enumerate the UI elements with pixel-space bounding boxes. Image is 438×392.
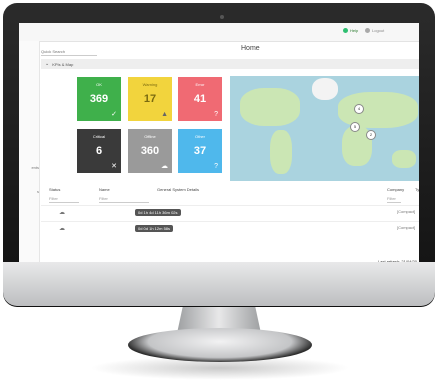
section-header[interactable]: ⌄ KPIs & Map: [41, 59, 419, 69]
company-cell: [Compact]: [397, 209, 416, 214]
tile-value: 41: [193, 93, 207, 105]
kpi-tile-error[interactable]: Error 41 ?: [178, 77, 222, 121]
tile-label: Other: [194, 134, 205, 139]
eurasia-shape: [338, 92, 418, 128]
tile-label: OK: [96, 82, 102, 87]
kpi-tile-offline[interactable]: Offline 360 ☁: [128, 129, 172, 173]
question-icon: ?: [214, 163, 218, 170]
cloud-off-icon: ☁: [161, 163, 168, 170]
check-icon: ✓: [111, 111, 117, 118]
logout-label: Logout: [372, 28, 385, 33]
sidebar-item[interactable]: ents: [19, 165, 39, 170]
monitor-chin: [3, 262, 435, 306]
column-header-status[interactable]: Status: [49, 187, 60, 192]
table-row[interactable]: ☁ 0d 1h 4d 11h 36m 02s [Compact]: [41, 205, 419, 218]
search-input[interactable]: [41, 47, 97, 56]
greenland-shape: [312, 78, 338, 100]
camera-icon: [220, 15, 224, 19]
system-details-pill: 0d 0d 1h 12m 58s: [135, 225, 174, 232]
help-label: Help: [350, 28, 359, 33]
warning-icon: ▲: [161, 111, 168, 118]
monitor-stand-base: [128, 328, 312, 362]
system-details-pill: 0d 1h 4d 11h 36m 02s: [135, 209, 181, 216]
column-header-general[interactable]: General System Details: [157, 187, 199, 192]
column-header-type[interactable]: Type: [415, 187, 419, 192]
north-america-shape: [240, 88, 300, 126]
world-map[interactable]: 4 5 2: [230, 76, 419, 181]
help-link[interactable]: Help: [343, 28, 358, 33]
tile-value: 17: [143, 93, 157, 105]
column-header-company[interactable]: Company: [387, 187, 404, 192]
logout-icon: [365, 28, 370, 33]
kpi-tile-other[interactable]: Other 37 ?: [178, 129, 222, 173]
main-content: Home ⌄ KPIs & Map OK 369 ✓ Warning 17 ▲ …: [41, 41, 419, 265]
column-header-name[interactable]: Name: [99, 187, 110, 192]
monitor-screen: Help Logout ents s Home ⌄ KPIs & Map OK …: [19, 23, 419, 265]
company-cell: [Compact]: [397, 225, 416, 230]
help-icon: [343, 28, 348, 33]
tile-value: 6: [95, 145, 103, 157]
company-filter[interactable]: Filter: [387, 196, 401, 203]
status-filter[interactable]: Filter: [49, 196, 79, 203]
map-marker[interactable]: 2: [366, 130, 376, 140]
tile-label: Warning: [142, 82, 158, 87]
sidebar-item[interactable]: s: [19, 189, 39, 194]
table-row[interactable]: ☁ 0d 0d 1h 12m 58s [Compact]: [41, 221, 419, 234]
cloud-icon: ☁: [59, 226, 65, 232]
close-icon: ✕: [111, 163, 117, 170]
logout-link[interactable]: Logout: [365, 28, 384, 33]
top-bar: Help Logout: [19, 23, 419, 42]
kpi-tile-ok[interactable]: OK 369 ✓: [77, 77, 121, 121]
tile-label: Critical: [92, 134, 106, 139]
australia-shape: [392, 150, 416, 168]
south-america-shape: [270, 130, 292, 174]
kpi-tile-warning[interactable]: Warning 17 ▲: [128, 77, 172, 121]
map-marker[interactable]: 5: [350, 122, 360, 132]
chevron-down-icon: ⌄: [45, 61, 50, 67]
kpi-tile-critical[interactable]: Critical 6 ✕: [77, 129, 121, 173]
tile-label: Error: [195, 82, 205, 87]
page-title: Home: [241, 45, 260, 52]
section-label: KPIs & Map: [52, 61, 74, 67]
sidebar: ents s: [19, 41, 40, 265]
question-icon: ?: [214, 111, 218, 118]
map-marker[interactable]: 4: [354, 104, 364, 114]
name-filter[interactable]: Filter: [99, 196, 149, 203]
tile-value: 360: [140, 145, 160, 157]
tile-label: Offline: [144, 134, 156, 139]
cloud-icon: ☁: [59, 210, 65, 216]
tile-value: 37: [193, 145, 207, 157]
tile-value: 369: [89, 93, 109, 105]
